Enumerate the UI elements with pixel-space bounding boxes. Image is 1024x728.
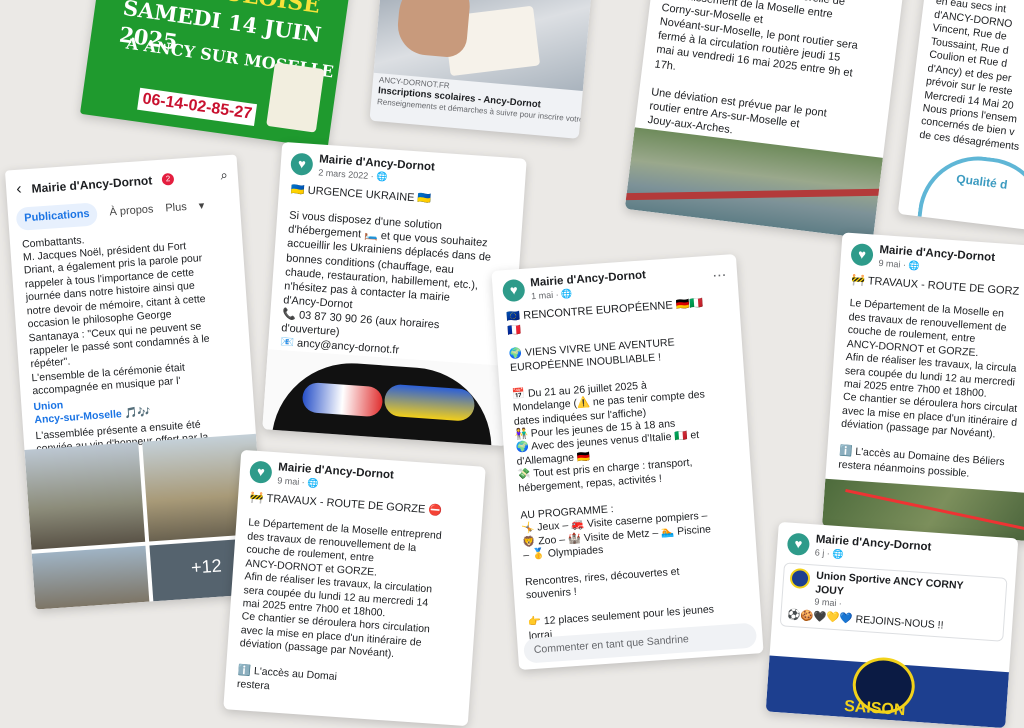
page-logo[interactable]: ♥ [850, 243, 874, 267]
back-arrow-icon[interactable]: ‹ [16, 180, 23, 201]
globe-icon: 🌐 [832, 548, 844, 560]
poster-scroll [266, 62, 325, 133]
page-logo[interactable]: ♥ [290, 152, 314, 177]
ceremony-photo[interactable] [24, 441, 146, 550]
post-text: Le Département de la Moselle en des trav… [837, 297, 1018, 480]
globe-icon: 🌐 [375, 171, 388, 182]
gorze-post: ♥ Mairie d'Ancy-Dornot 9 mai · 🌐 🚧 TRAVA… [223, 449, 486, 727]
ceremony-photo[interactable] [31, 545, 150, 610]
shared-post[interactable]: Union Sportive ANCY CORNY JOUY 9 mai · ⚽… [779, 562, 1008, 642]
club-banner: SAISON [765, 655, 1009, 728]
post-date[interactable]: 1 mai · [531, 289, 562, 301]
notification-badge[interactable]: 2 [161, 173, 175, 186]
ukraine-hands-image [262, 349, 513, 447]
passerelle-post: cadre de la réalisation d'une visite d'i… [624, 0, 906, 240]
gorze-post-right: ♥ Mairie d'Ancy-Dornot 9 mai · 🌐 🚧 TRAVA… [821, 232, 1024, 543]
globe-icon: 🌐 [306, 477, 319, 488]
quality-badge: Qualité d [915, 149, 1024, 235]
mobile-profile-screen: ‹ Mairie d'Ancy-Dornot 2 ⌕ Publications … [4, 154, 268, 610]
club-logo [789, 568, 811, 590]
ceremony-photo-grid: +12 [24, 433, 268, 610]
chevron-down-icon[interactable]: ▾ [198, 195, 205, 217]
tab-publications[interactable]: Publications [15, 202, 99, 231]
post-text: Le Département de la Moselle entreprend … [236, 516, 443, 692]
profile-title: Mairie d'Ancy-Dornot [31, 172, 153, 196]
post-date[interactable]: 6 j · [815, 547, 833, 558]
tab-more[interactable]: Plus [165, 197, 188, 221]
page-logo[interactable]: ♥ [786, 532, 811, 557]
post-date[interactable]: 9 mai · [878, 258, 909, 270]
quality-badge-text: Qualité d [955, 171, 1009, 192]
tab-about[interactable]: À propos [109, 199, 154, 224]
sport-post: ♥ Mairie d'Ancy-Dornot 6 j · 🌐 Union Spo… [765, 521, 1019, 728]
poster-phone: 06-14-02-85-27 [137, 87, 258, 127]
inscriptions-link-card[interactable]: ANCY-DORNOT.FR Inscriptions scolaires - … [369, 0, 593, 139]
globe-icon: 🌐 [560, 288, 573, 299]
event-poster: GAULOISE SAMEDI 14 JUIN 2025 A ANCY SUR … [79, 0, 355, 149]
more-options-icon[interactable]: ··· [713, 269, 728, 284]
more-photos-count: +12 [190, 555, 223, 578]
page-logo[interactable]: ♥ [249, 460, 273, 485]
post-text: travaux sur no en eau secs int d'ANCY-DO… [918, 0, 1020, 153]
post-date[interactable]: 9 mai · [277, 475, 308, 487]
banner-text: SAISON [843, 697, 906, 720]
ukraine-post: ♥ Mairie d'Ancy-Dornot 2 mars 2022 · 🌐 🇺… [262, 141, 527, 447]
post-text: Si vous disposez d'une solution d'héberg… [279, 209, 492, 357]
travaux-fragment-post: travaux sur no en eau secs int d'ANCY-DO… [897, 0, 1024, 235]
union-link[interactable]: Union [33, 399, 64, 413]
europe-post: ♥ Mairie d'Ancy-Dornot 1 mai · 🌐 ··· 🇪🇺 … [491, 253, 764, 671]
ceremony-text: Combattants. M. Jacques Noël, président … [21, 233, 210, 398]
post-text: 🌍 VIENS VIVRE UNE AVENTURE EUROPÉENNE IN… [508, 336, 715, 642]
page-logo[interactable]: ♥ [502, 278, 526, 303]
search-icon[interactable]: ⌕ [220, 167, 228, 184]
globe-icon: 🌐 [908, 259, 921, 271]
